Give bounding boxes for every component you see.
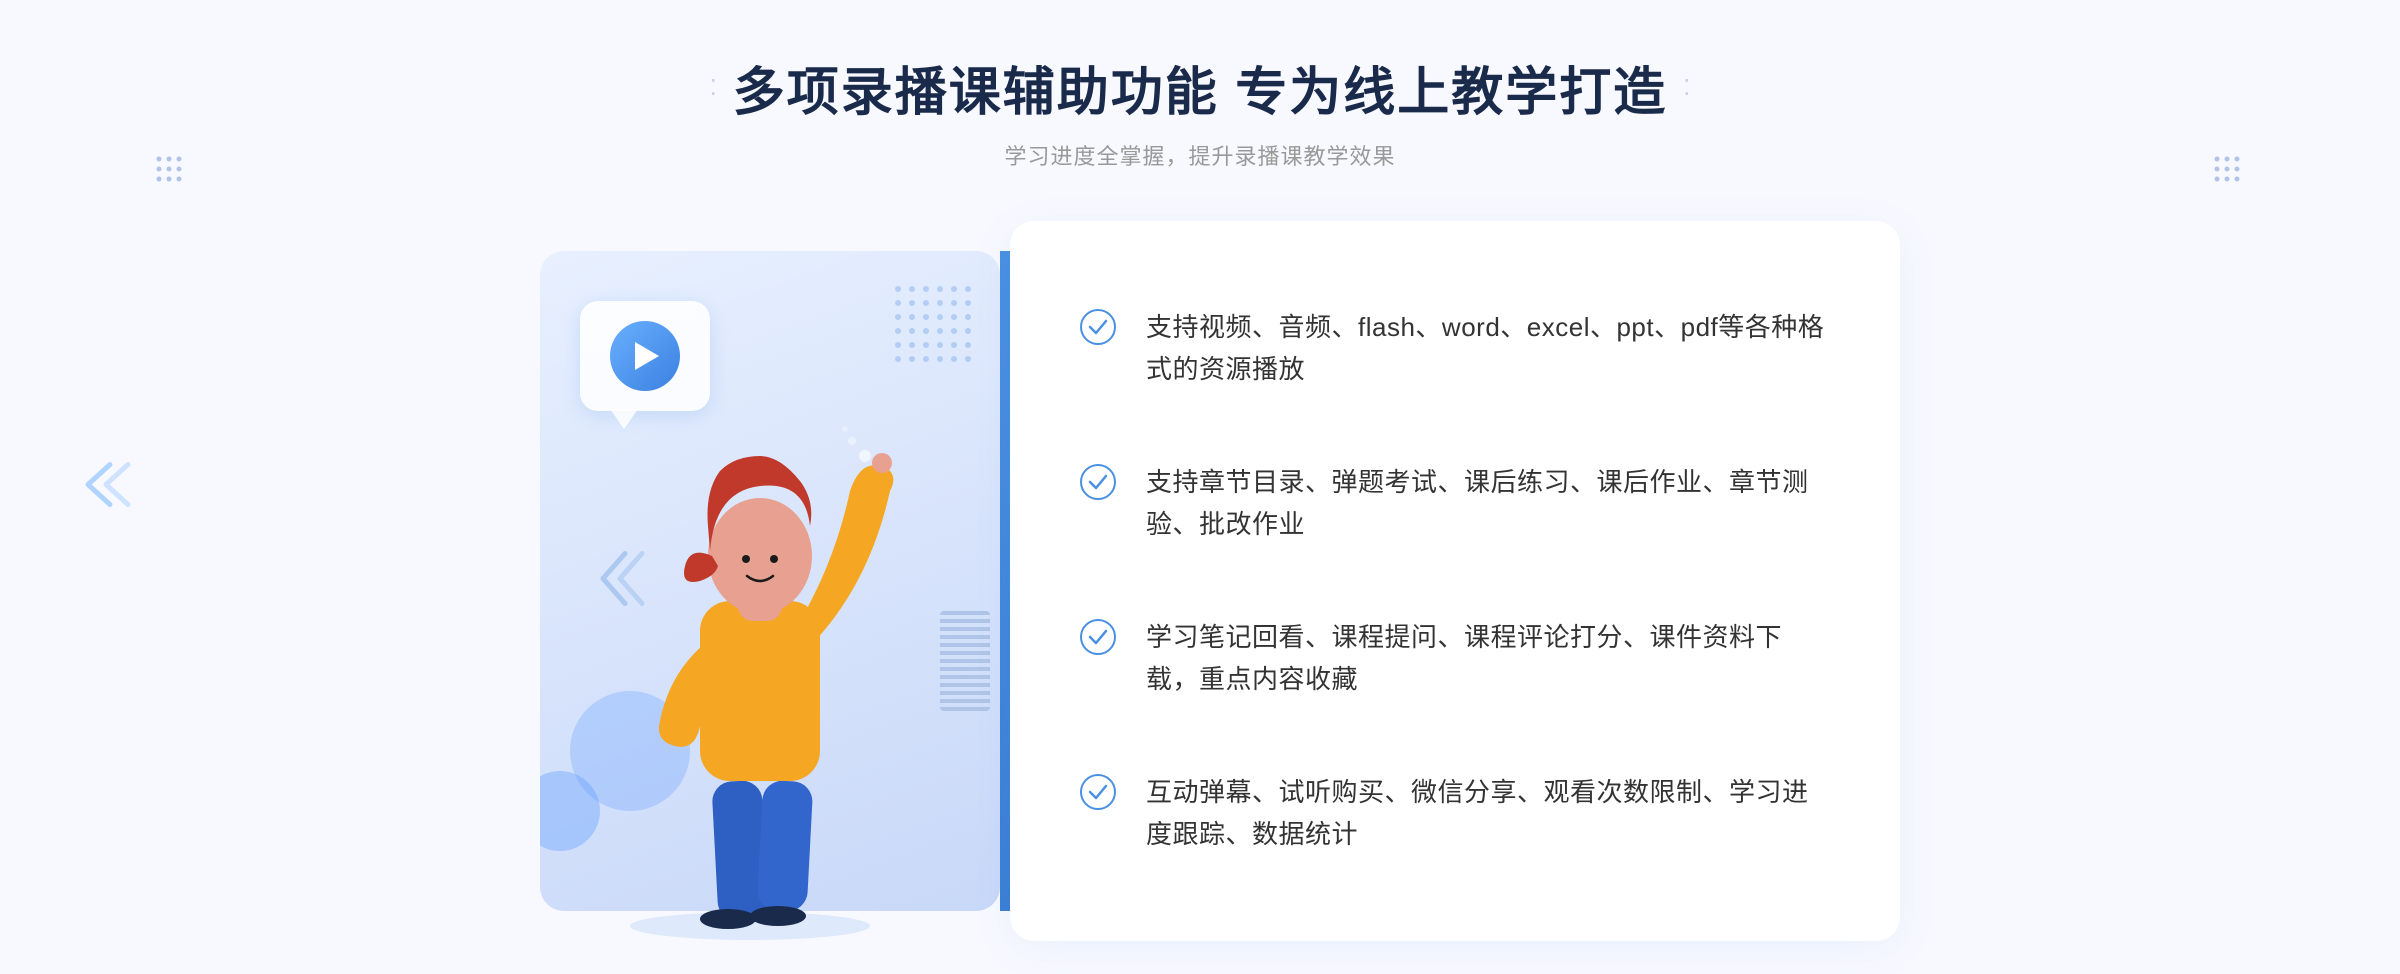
feature-item-3: 学习笔记回看、课程提问、课程评论打分、课件资料下载，重点内容收藏 [1080,597,1830,720]
chevron-left-decoration [80,460,140,515]
page-container: ⁚ 多项录播课辅助功能 专为线上教学打造 ⁚ 学习进度全掌握，提升录播课教学效果 [0,0,2400,974]
illus-striped-rect [940,611,990,711]
feature-text-2: 支持章节目录、弹题考试、课后练习、课后作业、章节测验、批改作业 [1146,462,1830,545]
title-decorator-left: ⁚ [710,75,717,101]
check-icon-1 [1080,309,1116,345]
feature-text-3: 学习笔记回看、课程提问、课程评论打分、课件资料下载，重点内容收藏 [1146,617,1830,700]
title-decorator-right: ⁚ [1683,75,1690,101]
title-row: ⁚ 多项录播课辅助功能 专为线上教学打造 ⁚ [710,50,1690,125]
feature-text-1: 支持视频、音频、flash、word、excel、ppt、pdf等各种格式的资源… [1146,307,1830,390]
header-section: ⁚ 多项录播课辅助功能 专为线上教学打造 ⁚ 学习进度全掌握，提升录播课教学效果 [710,0,1690,191]
illustration-area [500,221,1040,941]
check-icon-3 [1080,619,1116,655]
feature-item-4: 互动弹幕、试听购买、微信分享、观看次数限制、学习进度跟踪、数据统计 [1080,752,1830,875]
feature-item-2: 支持章节目录、弹题考试、课后练习、课后作业、章节测验、批改作业 [1080,442,1830,565]
features-panel: 支持视频、音频、flash、word、excel、ppt、pdf等各种格式的资源… [1010,221,1900,941]
check-icon-2 [1080,464,1116,500]
deco-dots-right [2213,155,2245,192]
deco-dots-left [155,155,187,192]
feature-item-1: 支持视频、音频、flash、word、excel、ppt、pdf等各种格式的资源… [1080,287,1830,410]
content-section: 支持视频、音频、flash、word、excel、ppt、pdf等各种格式的资源… [500,221,1900,941]
feature-text-4: 互动弹幕、试听购买、微信分享、观看次数限制、学习进度跟踪、数据统计 [1146,772,1830,855]
page-subtitle: 学习进度全掌握，提升录播课教学效果 [710,139,1690,171]
check-icon-4 [1080,774,1116,810]
page-title: 多项录播课辅助功能 专为线上教学打造 [733,50,1667,125]
human-figure [560,361,940,941]
